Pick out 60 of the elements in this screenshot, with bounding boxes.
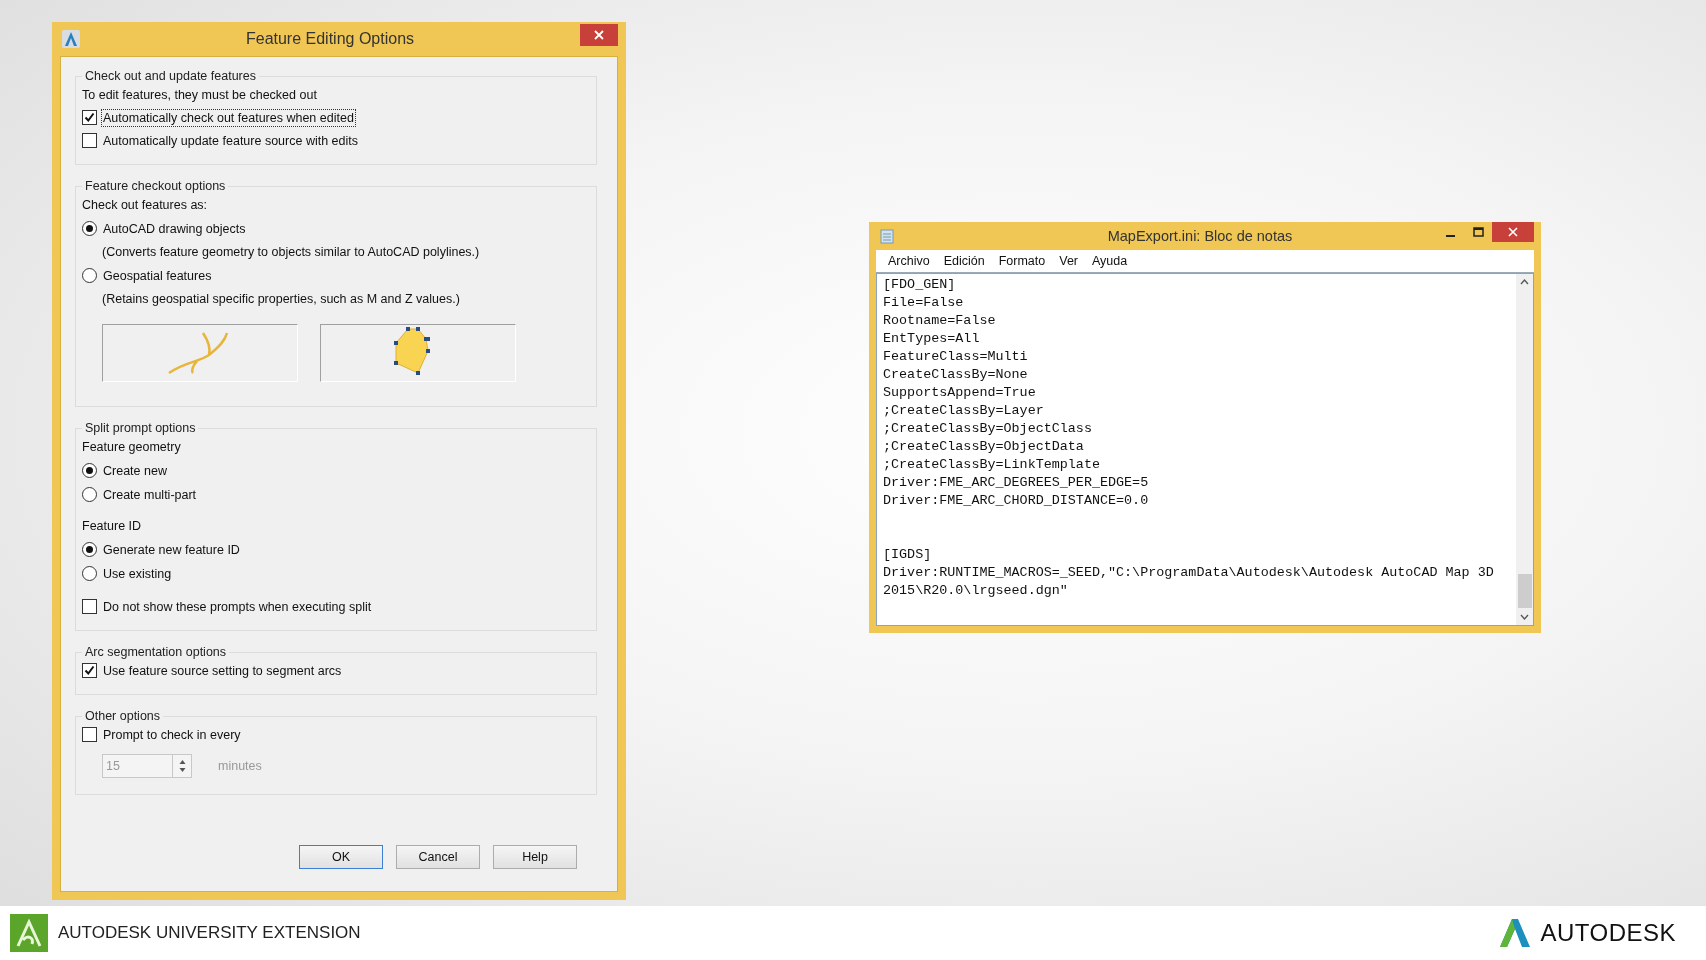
- checkbox[interactable]: [82, 599, 97, 614]
- description: (Converts feature geometry to objects similar to AutoCAD polylines.): [102, 244, 480, 259]
- menu-item[interactable]: Edición: [943, 254, 985, 268]
- radio-label[interactable]: Use existing: [101, 564, 174, 583]
- close-icon: [1508, 227, 1518, 237]
- group-title: Check out and update features: [84, 69, 257, 83]
- label: To edit features, they must be checked out: [82, 87, 317, 102]
- scroll-up-icon[interactable]: [1520, 279, 1529, 285]
- checkbox[interactable]: [82, 133, 97, 148]
- dialog-button[interactable]: Help: [493, 845, 577, 869]
- checkbox[interactable]: [82, 110, 97, 125]
- dialog-button[interactable]: Cancel: [396, 845, 480, 869]
- group-title: Split prompt options: [84, 421, 197, 435]
- radio-button[interactable]: [82, 487, 97, 502]
- checkbox-label[interactable]: Automatically check out features when edited: [101, 108, 356, 127]
- radio-label[interactable]: Generate new feature ID: [101, 540, 242, 559]
- group-title: Feature checkout options: [84, 179, 227, 193]
- group-title: Other options: [84, 709, 162, 723]
- menu-item[interactable]: Ver: [1059, 254, 1078, 268]
- radio-button[interactable]: [82, 268, 97, 283]
- radio-label[interactable]: Create new: [101, 461, 169, 480]
- notepad-icon: [880, 228, 894, 244]
- description: (Retains geospatial specific properties, such as M and Z values.): [102, 291, 460, 306]
- window-title: Feature Editing Options: [244, 30, 416, 48]
- menu-item[interactable]: Archivo: [888, 254, 930, 268]
- close-button[interactable]: [580, 24, 618, 46]
- dialog-button[interactable]: OK: [299, 845, 383, 869]
- radio-label[interactable]: Create multi-part: [101, 485, 199, 504]
- radio-button[interactable]: [82, 463, 97, 478]
- close-icon: [594, 30, 604, 40]
- logo-text: AUTODESK: [1540, 919, 1676, 947]
- au-logo-icon: [10, 914, 48, 952]
- field-value: 15: [106, 759, 120, 773]
- minimize-icon: [1445, 234, 1455, 237]
- scrollbar-thumb[interactable]: [1517, 574, 1532, 608]
- checkbox-label[interactable]: Use feature source setting to segment arcs: [101, 661, 344, 680]
- radio-button[interactable]: [82, 542, 97, 557]
- label: Feature geometry: [82, 439, 181, 454]
- checkbox-label[interactable]: Prompt to check in every: [101, 725, 243, 744]
- checkbox[interactable]: [82, 727, 97, 742]
- checkbox-label[interactable]: Do not show these prompts when executing split: [101, 597, 374, 616]
- scrollbar[interactable]: [1516, 274, 1533, 625]
- radio-label[interactable]: Geospatial features: [101, 266, 214, 285]
- maximize-icon: [1472, 227, 1484, 237]
- radio-button[interactable]: [82, 566, 97, 581]
- app-icon: [62, 30, 80, 48]
- radio-button[interactable]: [82, 221, 97, 236]
- window-title: MapExport.ini: Bloc de notas: [1106, 228, 1294, 244]
- brand-text: AUTODESK UNIVERSITY EXTENSION: [58, 923, 361, 943]
- checkbox-label[interactable]: Automatically update feature source with edits: [101, 131, 360, 150]
- unit-label: minutes: [218, 759, 262, 773]
- group-title: Arc segmentation options: [84, 645, 228, 659]
- menu-item[interactable]: Formato: [998, 254, 1046, 268]
- menu-item[interactable]: Ayuda: [1092, 254, 1128, 268]
- radio-label[interactable]: AutoCAD drawing objects: [101, 219, 248, 238]
- label: Check out features as:: [82, 197, 208, 212]
- label: Feature ID: [82, 518, 142, 533]
- checkbox[interactable]: [82, 663, 97, 678]
- scroll-down-icon[interactable]: [1520, 614, 1529, 620]
- autodesk-logo-icon: [1500, 919, 1531, 947]
